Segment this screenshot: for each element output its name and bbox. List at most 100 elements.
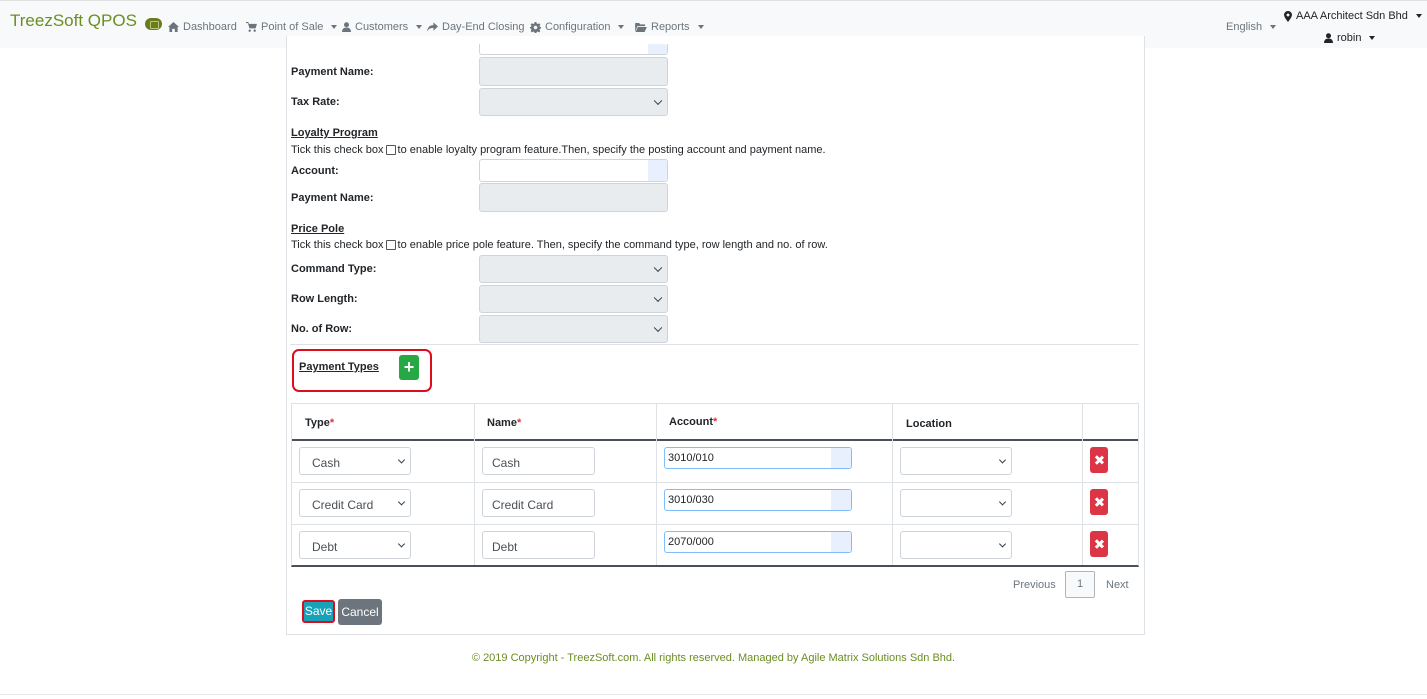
- row-type-value: Debt: [312, 540, 338, 554]
- price-pole-desc-start: Tick this check box: [291, 239, 384, 251]
- column-header-type: Type*: [305, 417, 334, 429]
- language-dropdown[interactable]: English: [1226, 20, 1277, 34]
- payment-name-input[interactable]: [479, 57, 668, 86]
- row-account-input[interactable]: 3010/030: [664, 489, 852, 511]
- user-icon: [342, 22, 351, 32]
- required-mark: *: [713, 416, 718, 428]
- user-menu[interactable]: robin: [1324, 31, 1376, 45]
- nav-customers[interactable]: Customers: [342, 20, 423, 34]
- no-of-row-select[interactable]: [479, 315, 668, 343]
- chevron-down-icon: [653, 323, 663, 333]
- nav-day-end-closing[interactable]: Day-End Closing: [427, 20, 525, 34]
- delete-row-button[interactable]: [1090, 489, 1108, 515]
- row-account-input[interactable]: 2070/000: [664, 531, 852, 553]
- nav-reports[interactable]: Reports: [635, 20, 704, 34]
- row-location-select[interactable]: [900, 489, 1012, 517]
- payment-types-title: Payment Types: [299, 361, 379, 373]
- chevron-down-icon: [653, 96, 663, 106]
- user-label: robin: [1337, 32, 1362, 44]
- delete-row-button[interactable]: [1090, 531, 1108, 557]
- loyalty-account-input[interactable]: [479, 159, 668, 182]
- tax-rate-label: Tax Rate:: [291, 96, 340, 108]
- nav-point-of-sale-label: Point of Sale: [261, 21, 324, 33]
- column-header-name: Name*: [487, 417, 521, 429]
- autofill-indicator: [648, 44, 667, 54]
- cancel-button[interactable]: Cancel: [338, 599, 382, 625]
- add-payment-type-button[interactable]: +: [399, 355, 419, 380]
- home-icon: [168, 22, 179, 32]
- chevron-down-icon: [331, 25, 338, 29]
- chevron-down-icon: [618, 25, 625, 29]
- tax-rate-select[interactable]: [479, 88, 668, 116]
- table-header-rule: [292, 439, 1138, 441]
- pagination-previous[interactable]: Previous: [1013, 579, 1056, 591]
- footer-copyright: © 2019 Copyright - TreezSoft.com. All ri…: [471, 652, 956, 664]
- row-account-value: 3010/030: [668, 494, 714, 506]
- row-account-input[interactable]: 3010/010: [664, 447, 852, 469]
- column-header-account: Account*: [669, 416, 717, 428]
- chevron-down-icon: [397, 498, 406, 506]
- autofill-indicator: [648, 160, 667, 181]
- row-divider: [292, 524, 1138, 525]
- row-name-input[interactable]: Debt: [482, 531, 595, 559]
- row-location-select[interactable]: [900, 531, 1012, 559]
- cart-icon: [246, 22, 257, 32]
- loyalty-account-label: Account:: [291, 165, 339, 177]
- col-divider: [1082, 404, 1083, 565]
- row-type-select[interactable]: Debt: [299, 531, 411, 559]
- loyalty-enable-checkbox[interactable]: [385, 145, 396, 155]
- nav-configuration[interactable]: Configuration: [530, 20, 625, 34]
- row-location-select[interactable]: [900, 447, 1012, 475]
- payment-name-label: Payment Name:: [291, 66, 374, 78]
- brand-badge-icon: [145, 18, 162, 30]
- col-divider: [474, 404, 475, 565]
- nav-day-end-closing-label: Day-End Closing: [442, 21, 525, 33]
- autofill-indicator: [831, 490, 851, 510]
- col-divider: [892, 404, 893, 565]
- pagination-page-1[interactable]: 1: [1065, 571, 1095, 598]
- autofill-indicator: [831, 532, 851, 552]
- row-divider: [292, 482, 1138, 483]
- loyalty-payment-name-input[interactable]: [479, 183, 668, 212]
- chevron-down-icon: [416, 25, 423, 29]
- nav-reports-label: Reports: [651, 21, 690, 33]
- chevron-down-icon: [397, 456, 406, 464]
- bottom-divider: [0, 694, 1427, 695]
- chevron-down-icon: [653, 293, 663, 303]
- nav-configuration-label: Configuration: [545, 21, 611, 33]
- loyalty-desc-start: Tick this check box: [291, 144, 384, 156]
- nav-point-of-sale[interactable]: Point of Sale: [246, 20, 338, 34]
- row-type-select[interactable]: Cash: [299, 447, 411, 475]
- price-pole-enable-checkbox[interactable]: [385, 240, 396, 250]
- row-length-select[interactable]: [479, 285, 668, 313]
- brand-title[interactable]: TreezSoft QPOS: [10, 11, 137, 31]
- price-pole-desc-end: to enable price pole feature. Then, spec…: [397, 239, 828, 251]
- required-mark: *: [516, 417, 522, 429]
- account-field-top[interactable]: [479, 44, 668, 55]
- map-marker-icon: [1284, 10, 1292, 22]
- row-type-select[interactable]: Credit Card: [299, 489, 411, 517]
- required-mark: *: [329, 417, 335, 429]
- chevron-down-icon: [653, 263, 663, 273]
- company-label: AAA Architect Sdn Bhd: [1296, 10, 1408, 22]
- delete-row-button[interactable]: [1090, 447, 1108, 473]
- command-type-select[interactable]: [479, 255, 668, 283]
- company-selector[interactable]: AAA Architect Sdn Bhd: [1284, 9, 1422, 23]
- row-account-value: 2070/000: [668, 536, 714, 548]
- gear-icon: [530, 21, 541, 33]
- price-pole-desc: Tick this check box to enable price pole…: [291, 239, 828, 251]
- language-label: English: [1226, 21, 1263, 33]
- price-pole-title: Price Pole: [291, 223, 345, 235]
- row-name-input[interactable]: Cash: [482, 447, 595, 475]
- save-button[interactable]: Save: [302, 600, 335, 623]
- col-divider: [656, 404, 657, 565]
- column-header-name-label: Name: [487, 417, 517, 429]
- nav-dashboard[interactable]: Dashboard: [168, 20, 237, 34]
- pagination-next[interactable]: Next: [1106, 579, 1129, 591]
- loyalty-payment-name-label: Payment Name:: [291, 192, 374, 204]
- row-account-value: 3010/010: [668, 452, 714, 464]
- folder-icon: [635, 22, 647, 32]
- chevron-down-icon: [1415, 14, 1422, 18]
- chevron-down-icon: [1369, 36, 1376, 40]
- row-name-input[interactable]: Credit Card: [482, 489, 595, 517]
